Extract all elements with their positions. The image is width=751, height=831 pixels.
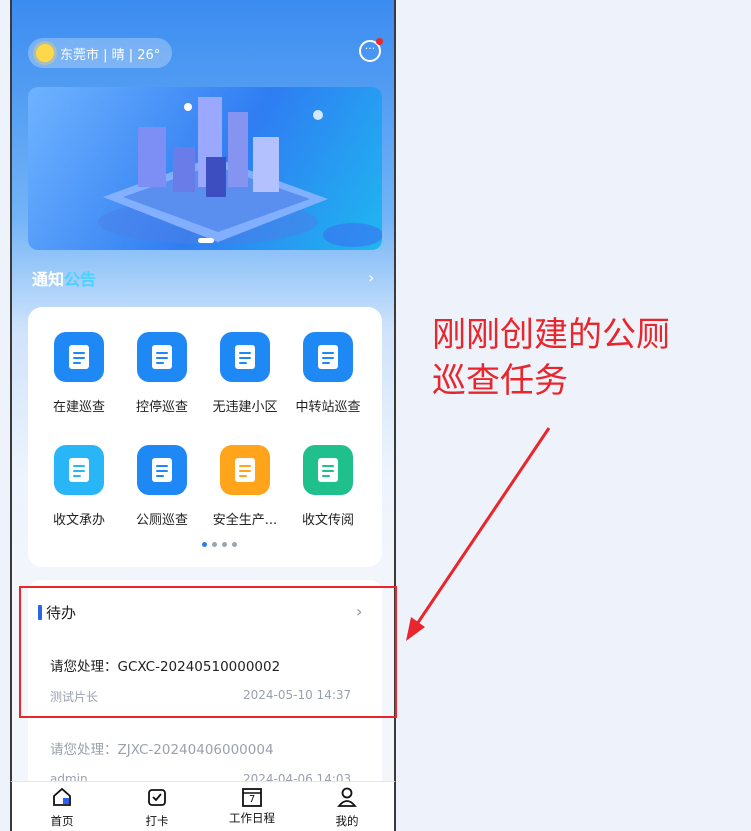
- user-icon: [337, 787, 357, 807]
- annotation-text: 刚刚创建的公厕 巡查任务: [432, 312, 670, 404]
- tab-home[interactable]: 首页: [32, 786, 92, 829]
- tab-label: 我的: [335, 814, 359, 828]
- annotation-arrow: [406, 427, 551, 641]
- calendar-icon: 7: [241, 786, 263, 808]
- annotation-line-1: 刚刚创建的公厕: [432, 315, 670, 355]
- annotation-line-2: 巡查任务: [432, 361, 568, 401]
- checkin-icon: [148, 789, 166, 806]
- tab-schedule[interactable]: 7 工作日程: [222, 786, 282, 826]
- calendar-day: 7: [248, 794, 256, 805]
- bottom-tab-bar: 首页 打卡 7 工作日程 我的: [10, 781, 396, 831]
- tab-label: 首页: [50, 814, 74, 828]
- tab-profile[interactable]: 我的: [317, 786, 377, 829]
- tab-checkin[interactable]: 打卡: [127, 786, 187, 829]
- home-icon: [53, 787, 71, 806]
- tab-label: 打卡: [145, 814, 169, 828]
- tab-label: 工作日程: [229, 811, 275, 825]
